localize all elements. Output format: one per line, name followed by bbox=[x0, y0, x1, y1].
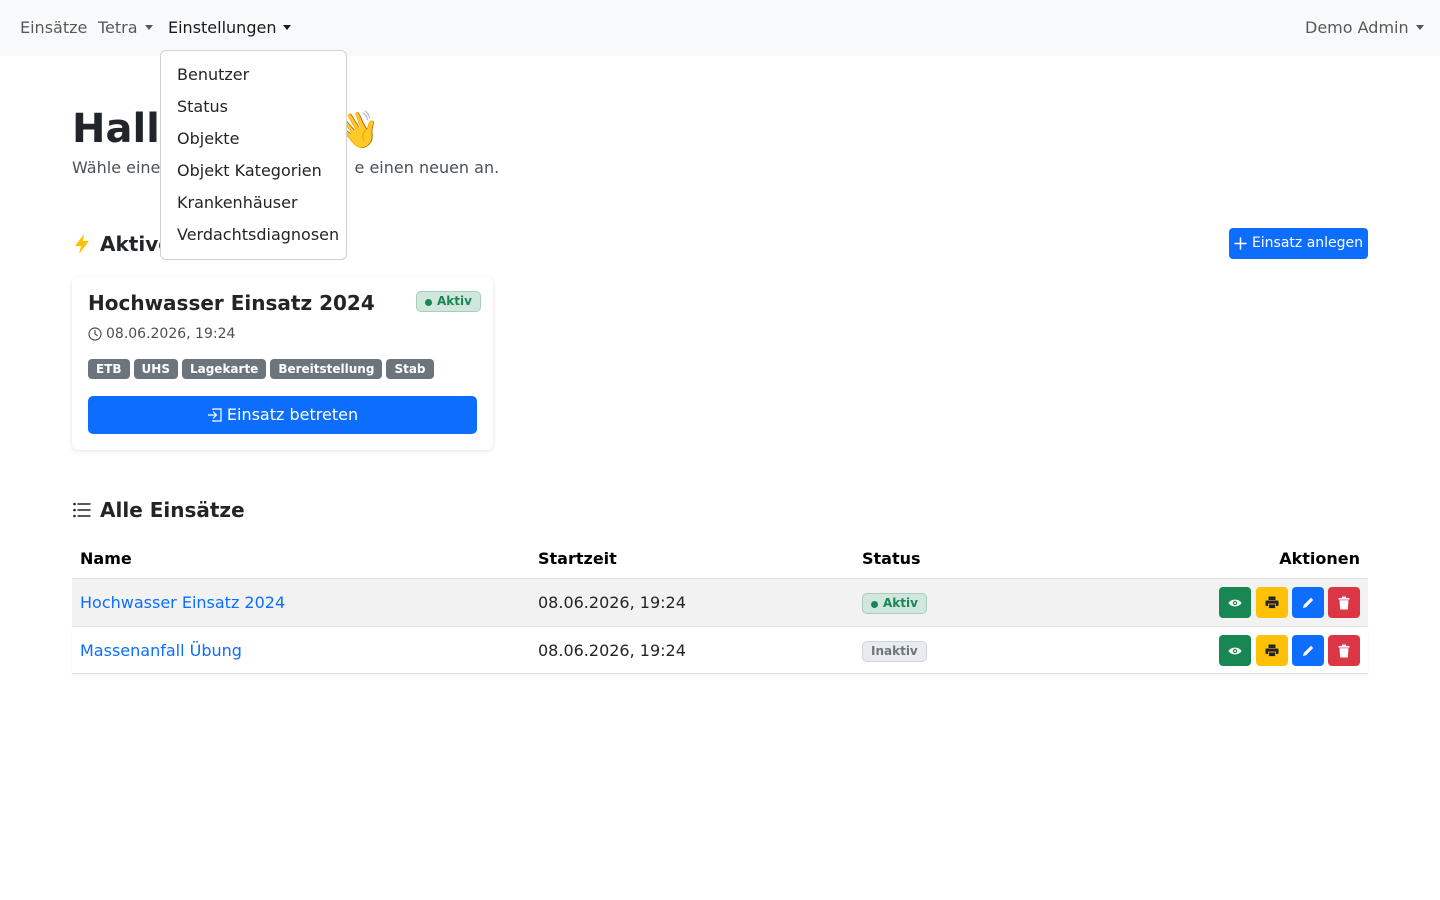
status-badge: Aktiv bbox=[416, 291, 481, 312]
view-button[interactable] bbox=[1219, 587, 1251, 618]
tag-bereitstellung: Bereitstellung bbox=[270, 359, 383, 379]
edit-button[interactable] bbox=[1292, 587, 1324, 618]
eye-icon bbox=[1228, 599, 1242, 606]
all-section-title: Alle Einsätze bbox=[72, 497, 245, 523]
caret-down-icon bbox=[283, 25, 292, 30]
clock-icon bbox=[88, 327, 102, 341]
list-icon bbox=[73, 502, 91, 518]
feature-tags: ETB UHS Lagekarte Bereitstellung Stab bbox=[88, 359, 434, 379]
printer-icon bbox=[1265, 644, 1279, 657]
nav-einsaetze[interactable]: Einsätze bbox=[20, 17, 87, 39]
nav-tetra-dropdown[interactable]: Tetra bbox=[98, 17, 153, 39]
einstellungen-dropdown-menu: Benutzer Status Objekte Objekt Kategorie… bbox=[160, 50, 347, 260]
table-row: Massenanfall Übung 08.06.2026, 19:24 Ina… bbox=[72, 626, 1368, 674]
status-badge: Aktiv bbox=[862, 593, 927, 614]
subtitle-right: e einen neuen an. bbox=[354, 158, 500, 177]
row-name-link[interactable]: Massenanfall Übung bbox=[80, 641, 242, 661]
row-startzeit: 08.06.2026, 19:24 bbox=[538, 593, 686, 612]
menu-item-status[interactable]: Status bbox=[161, 91, 346, 123]
print-button[interactable] bbox=[1256, 587, 1288, 618]
active-einsatz-card: Hochwasser Einsatz 2024 Aktiv 08.06.2026… bbox=[72, 277, 493, 450]
create-einsatz-label: Einsatz anlegen bbox=[1251, 235, 1364, 251]
nav-einstellungen-dropdown[interactable]: Einstellungen bbox=[168, 17, 292, 39]
th-status: Status bbox=[862, 549, 921, 568]
tag-etb: ETB bbox=[88, 359, 130, 379]
active-section-title: Aktive bbox=[72, 231, 172, 257]
enter-einsatz-button[interactable]: Einsatz betreten bbox=[88, 396, 477, 434]
top-navbar: Einsätze Tetra Einstellungen Demo Admin bbox=[0, 0, 1440, 56]
status-badge-label: Aktiv bbox=[437, 294, 472, 308]
trash-icon bbox=[1338, 644, 1350, 657]
row-startzeit: 08.06.2026, 19:24 bbox=[538, 641, 686, 660]
pencil-icon bbox=[1303, 597, 1314, 608]
table-row: Hochwasser Einsatz 2024 08.06.2026, 19:2… bbox=[72, 578, 1368, 626]
tag-stab: Stab bbox=[386, 359, 434, 379]
all-section-label: Alle Einsätze bbox=[100, 498, 245, 522]
enter-icon bbox=[207, 408, 222, 422]
status-badge-label: Aktiv bbox=[883, 596, 918, 610]
th-startzeit: Startzeit bbox=[538, 549, 617, 568]
lightning-icon bbox=[75, 234, 89, 254]
card-date-text: 08.06.2026, 19:24 bbox=[106, 326, 236, 342]
pencil-icon bbox=[1303, 645, 1314, 656]
print-button[interactable] bbox=[1256, 635, 1288, 666]
enter-einsatz-label: Einsatz betreten bbox=[226, 405, 359, 424]
subtitle-left: Wähle einen bbox=[72, 158, 171, 177]
th-name: Name bbox=[80, 549, 132, 568]
user-menu-dropdown[interactable]: Demo Admin bbox=[1305, 17, 1424, 39]
edit-button[interactable] bbox=[1292, 635, 1324, 666]
create-einsatz-button[interactable]: Einsatz anlegen bbox=[1229, 228, 1368, 259]
card-title: Hochwasser Einsatz 2024 bbox=[88, 291, 375, 315]
tag-lagekarte: Lagekarte bbox=[181, 359, 267, 379]
eye-icon bbox=[1228, 647, 1242, 654]
printer-icon bbox=[1265, 596, 1279, 609]
menu-item-objekt-kategorien[interactable]: Objekt Kategorien bbox=[161, 155, 346, 187]
nav-einstellungen-label: Einstellungen bbox=[168, 18, 277, 37]
nav-tetra-label: Tetra bbox=[98, 18, 138, 37]
view-button[interactable] bbox=[1219, 635, 1251, 666]
card-date: 08.06.2026, 19:24 bbox=[88, 325, 235, 343]
delete-button[interactable] bbox=[1328, 635, 1360, 666]
plus-icon bbox=[1234, 237, 1247, 250]
menu-item-verdachtsdiagnosen[interactable]: Verdachtsdiagnosen bbox=[161, 219, 346, 251]
user-menu-label: Demo Admin bbox=[1305, 18, 1409, 37]
menu-item-objekte[interactable]: Objekte bbox=[161, 123, 346, 155]
row-name-link[interactable]: Hochwasser Einsatz 2024 bbox=[80, 593, 285, 613]
trash-icon bbox=[1338, 596, 1350, 609]
menu-item-benutzer[interactable]: Benutzer bbox=[161, 59, 346, 91]
status-badge: Inaktiv bbox=[862, 641, 927, 662]
menu-item-krankenhaeuser[interactable]: Krankenhäuser bbox=[161, 187, 346, 219]
th-aktionen: Aktionen bbox=[1279, 549, 1360, 568]
caret-down-icon bbox=[144, 25, 153, 30]
caret-down-icon bbox=[1415, 25, 1424, 30]
tag-uhs: UHS bbox=[133, 359, 178, 379]
delete-button[interactable] bbox=[1328, 587, 1360, 618]
